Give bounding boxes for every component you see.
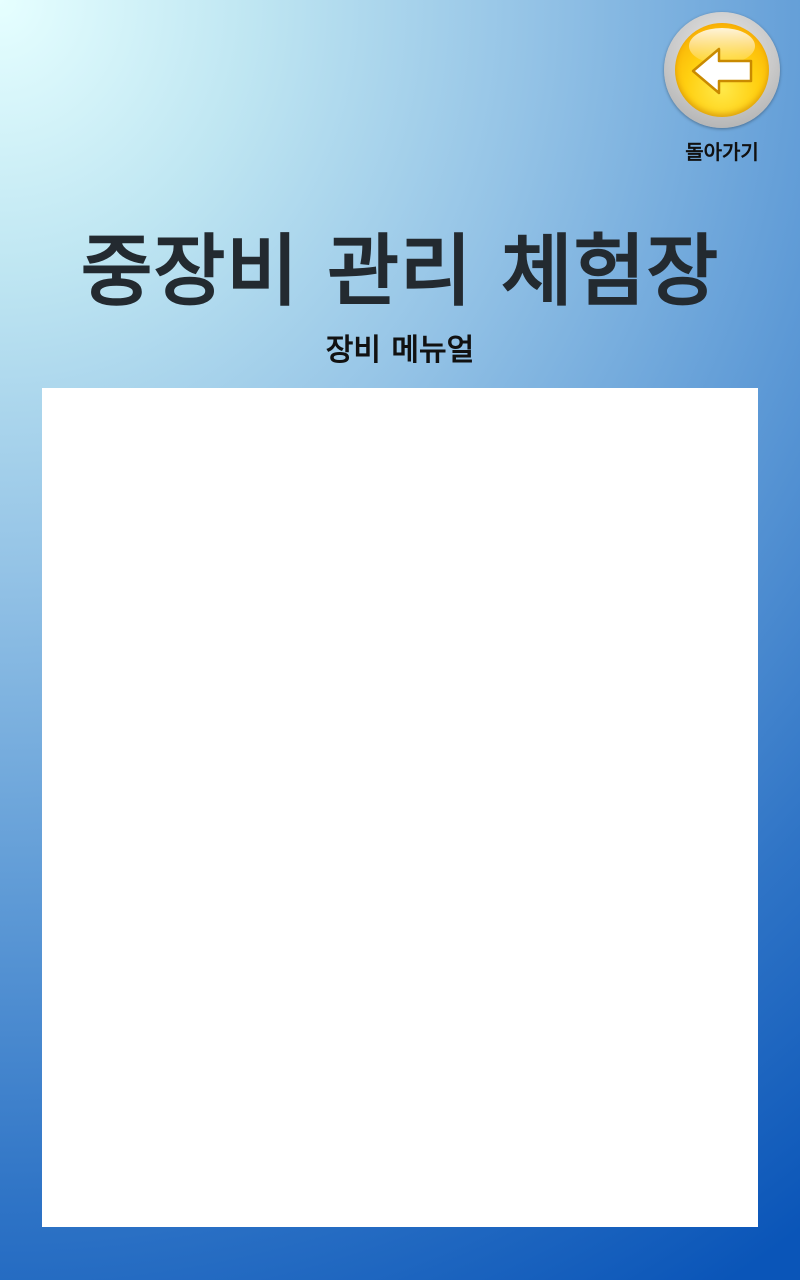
manual-content-panel — [42, 388, 758, 1227]
back-button-label: 돌아가기 — [685, 140, 759, 164]
back-button[interactable]: 돌아가기 — [662, 12, 782, 167]
page-title: 중장비 관리 체험장 — [80, 227, 720, 317]
back-button-ring — [664, 12, 780, 128]
back-button-disc — [675, 23, 769, 117]
back-arrow-icon — [691, 47, 753, 95]
page-subtitle: 장비 메뉴얼 — [325, 333, 475, 368]
